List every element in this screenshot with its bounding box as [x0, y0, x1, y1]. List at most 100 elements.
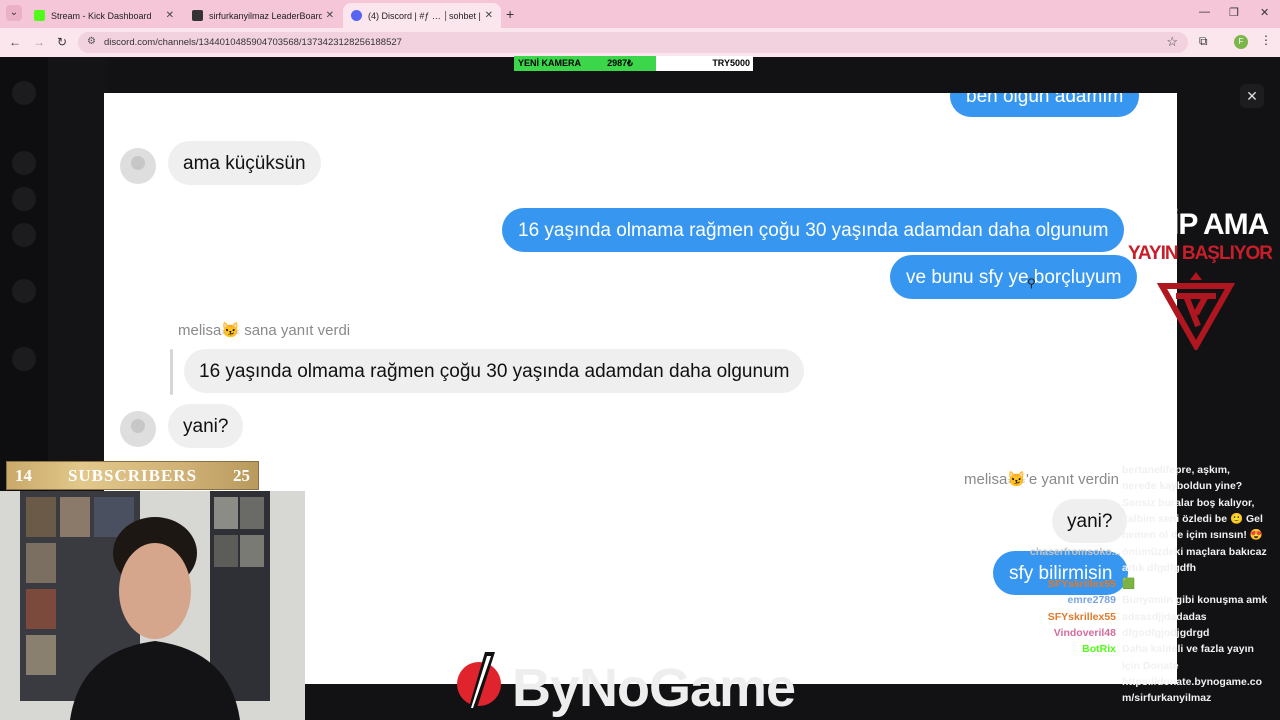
server-icon[interactable]: [12, 151, 36, 175]
discord-icon: [351, 10, 362, 21]
tab-leaderboard[interactable]: sirfurkanyilmaz LeaderBoard | T ✕: [184, 3, 342, 28]
chat-text: https://donate.bynogame.co: [1122, 675, 1263, 688]
forward-icon[interactable]: →: [33, 35, 45, 49]
chat-message: SFYskrillex55 🟩: [1030, 576, 1135, 592]
chat-username[interactable]: chaserfromsoko...: [1030, 544, 1122, 560]
close-tab-icon[interactable]: ✕: [326, 10, 334, 21]
tab-title: sirfurkanyilmaz LeaderBoard | T: [209, 10, 322, 21]
stream-chat: bertanelifepre, aşkım, neređe kayboldun y…: [1030, 462, 1280, 720]
url-bar[interactable]: ⚙ discord.com/channels/13440104859047035…: [78, 32, 1188, 53]
tab-title: (4) Discord | #ƒ … │sohbet | No: [368, 10, 481, 21]
klip-ama-text: KLİP AMA: [1133, 208, 1269, 241]
contact-avatar: [120, 148, 156, 184]
chat-username[interactable]: SFYskrillex55: [1030, 576, 1122, 592]
server-icon[interactable]: [12, 279, 36, 303]
sub-count-right: 25: [232, 465, 250, 485]
chat-text: önümüzdeki maçlara bakıcaz: [1122, 545, 1267, 558]
tab-kick-dashboard[interactable]: Stream - Kick Dashboard ✕: [26, 3, 182, 28]
chat-text: adsasdjjdadadas: [1122, 610, 1207, 623]
chat-text: bertanelifepre, aşkım,: [1122, 464, 1230, 476]
message-bubble-outgoing: ben olgun adamım: [950, 93, 1140, 117]
chat-message: neređe kayboldun yine?: [1030, 478, 1242, 494]
magnifier-cursor-icon: ⚲: [1027, 276, 1036, 290]
server-icon[interactable]: [12, 347, 36, 371]
profile-avatar[interactable]: F: [1234, 35, 1248, 49]
yayin-basliyor-text: YAYIN BAŞLIYOR: [1128, 243, 1273, 264]
chat-message: hemen ol de içim ısınsın! 😍: [1030, 527, 1263, 543]
window-close-icon[interactable]: ✕: [1260, 6, 1269, 19]
server-icon[interactable]: [12, 81, 36, 105]
chat-message: chaserfromsoko... önümüzdeki maçlara bakı…: [1030, 544, 1267, 560]
bynogame-logo-text: ByNoGame: [512, 658, 796, 718]
chat-message: https://donate.bynogame.co: [1030, 674, 1262, 690]
address-toolbar: ← → ↻ ⚙ discord.com/channels/13440104859…: [0, 28, 1280, 57]
tab-title: Stream - Kick Dashboard: [51, 10, 152, 21]
chat-message: bertanelifepre, aşkım,: [1030, 462, 1230, 478]
chat-text: hemen ol de içim ısınsın! 😍: [1122, 529, 1263, 542]
message-bubble-incoming: ama küçüksün: [168, 141, 321, 185]
chat-message: Sensiz buralar boş kalıyor,: [1030, 495, 1254, 511]
chat-text: için Donate: [1122, 659, 1179, 672]
chat-message: artık dfgdfgdfh: [1030, 560, 1196, 576]
chat-text: 🟩: [1122, 578, 1136, 591]
reload-icon[interactable]: ↻: [57, 35, 67, 49]
webcam-image: [0, 491, 305, 720]
subscriber-counter: 14 SUBSCRIBERS 25: [6, 461, 259, 490]
kick-icon: [34, 10, 45, 21]
chat-message: m/sirfurkanyilmaz: [1030, 690, 1211, 706]
viewer-close-icon[interactable]: ✕: [1240, 84, 1264, 108]
github-icon: [192, 10, 203, 21]
reply-name: melisa: [964, 471, 1008, 488]
server-icon[interactable]: [12, 223, 36, 247]
banner-amount: 2987₺: [584, 56, 656, 71]
browser-menu-icon[interactable]: ⋮: [1260, 33, 1272, 47]
url-text: discord.com/channels/1344010485904703568…: [104, 37, 402, 48]
sfy-crest-icon: [1156, 272, 1236, 350]
chat-message: emre2789 Bunyamin gibi konuşma amk: [1030, 592, 1268, 608]
cat-emoji-icon: 😼: [221, 322, 241, 339]
minimize-icon[interactable]: —: [1199, 6, 1210, 18]
quote-bar: [170, 349, 173, 395]
back-icon[interactable]: ←: [9, 35, 21, 49]
restore-icon[interactable]: ❐: [1229, 6, 1239, 19]
chat-message: Vindoveril48 dfgodfgjodjgdrgd: [1030, 625, 1210, 641]
close-tab-icon[interactable]: ✕: [485, 10, 493, 21]
quoted-message-bubble: 16 yaşında olmama rağmen çoğu 30 yaşında…: [184, 349, 805, 393]
chat-username[interactable]: BotRix: [1030, 641, 1122, 657]
new-tab-icon[interactable]: +: [506, 6, 514, 22]
chat-text: kalbim seni özledi be 🙂 Gel: [1122, 512, 1263, 525]
message-bubble-outgoing: ve bunu sfy ye borçluyum: [890, 255, 1138, 299]
chat-text: artık dfgdfgdfh: [1122, 561, 1197, 574]
close-tab-icon[interactable]: ✕: [166, 10, 174, 21]
chat-message: için Donate: [1030, 658, 1179, 674]
chat-text: m/sirfurkanyilmaz: [1122, 692, 1212, 705]
chat-text: dfgodfgjodjgdrgd: [1122, 627, 1210, 639]
server-icon[interactable]: [12, 187, 36, 211]
chat-message: kalbim seni özledi be 🙂 Gel: [1030, 511, 1263, 527]
chat-text: neređe kayboldun yine?: [1122, 480, 1243, 493]
chat-username[interactable]: SFYskrillex55: [1030, 609, 1122, 625]
chat-message: SFYskrillex55 adsasdjjdadadas: [1030, 609, 1207, 625]
webcam-feed: [0, 491, 305, 720]
banner-goal: TRY5000: [656, 56, 753, 71]
extensions-icon[interactable]: ⧉: [1199, 34, 1208, 49]
tab-discord[interactable]: (4) Discord | #ƒ … │sohbet | No ✕: [343, 3, 501, 28]
tab-search-button[interactable]: ⌄: [6, 5, 22, 21]
reply-header-incoming: melisa😼 sana yanıt verdi: [178, 321, 350, 339]
donation-goal-banner: YENİ KAMERA 2987₺ TRY5000: [514, 56, 753, 71]
message-bubble-incoming: yani?: [168, 404, 244, 448]
message-bubble-outgoing: 16 yaşında olmama rağmen çoğu 30 yaşında…: [502, 208, 1125, 252]
browser-tab-bar: ⌄ Stream - Kick Dashboard ✕ sirfurkanyil…: [0, 0, 1280, 28]
chat-username[interactable]: emre2789: [1030, 592, 1122, 608]
site-info-icon[interactable]: ⚙: [87, 36, 96, 47]
banner-camera-label: YENİ KAMERA: [514, 56, 584, 71]
chat-text: Daha kaliteli ve fazla yayın: [1122, 643, 1254, 656]
reply-text: sana yanıt verdi: [244, 322, 351, 339]
contact-avatar: [120, 411, 156, 447]
chat-username[interactable]: Vindoveril48: [1030, 625, 1122, 641]
chat-text: Sensiz buralar boş kalıyor,: [1122, 496, 1255, 509]
bookmark-star-icon[interactable]: ☆: [1166, 34, 1178, 50]
reply-name: melisa: [178, 322, 222, 339]
chat-text: Bunyamin gibi konuşma amk: [1122, 594, 1268, 607]
sub-label: SUBSCRIBERS: [67, 465, 198, 485]
